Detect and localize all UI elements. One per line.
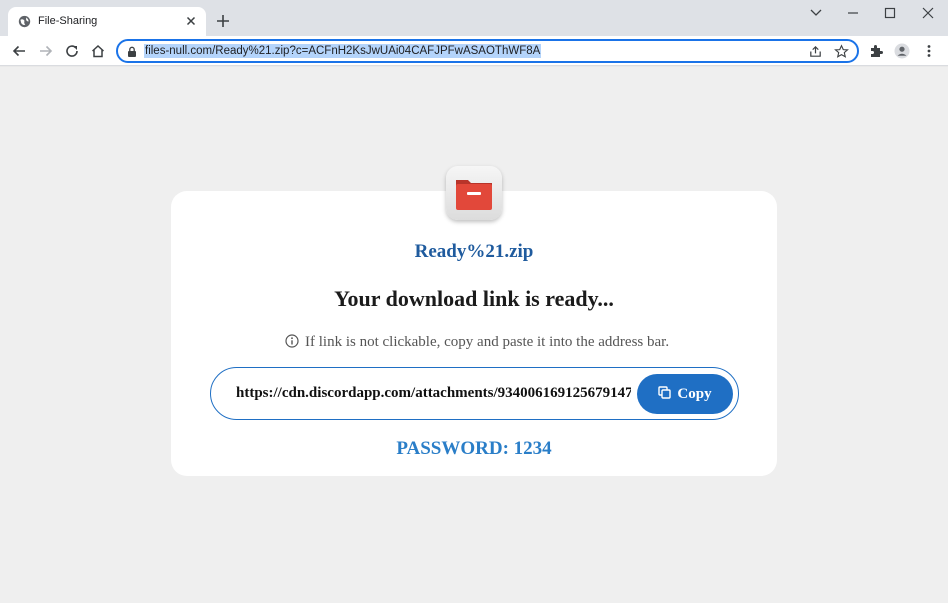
menu-icon[interactable] (921, 43, 937, 59)
profile-icon[interactable] (894, 43, 910, 59)
tab-strip: File-Sharing (0, 0, 948, 36)
info-icon (285, 334, 299, 348)
browser-toolbar: files-null.com/Ready%21.zip?c=ACFnH2KsJw… (0, 36, 948, 66)
window-close-icon[interactable] (918, 5, 938, 21)
back-icon[interactable] (11, 43, 27, 59)
maximize-icon[interactable] (880, 5, 900, 21)
url-text[interactable]: files-null.com/Ready%21.zip?c=ACFnH2KsJw… (144, 44, 542, 58)
extensions-icon[interactable] (868, 43, 884, 59)
page-content: Ready%21.zip Your download link is ready… (0, 67, 948, 603)
copy-button-label: Copy (677, 386, 712, 402)
file-name: Ready%21.zip (414, 241, 534, 262)
home-icon[interactable] (90, 43, 106, 59)
forward-icon[interactable] (38, 43, 54, 59)
tab-file-sharing[interactable]: File-Sharing (8, 7, 206, 36)
hint-text: If link is not clickable, copy and paste… (305, 334, 670, 350)
page-title: Your download link is ready... (334, 286, 614, 311)
download-link-field[interactable]: https://cdn.discordapp.com/attachments/9… (210, 367, 739, 420)
copy-button[interactable]: Copy (637, 374, 733, 414)
share-icon[interactable] (808, 44, 823, 59)
address-bar[interactable]: files-null.com/Ready%21.zip?c=ACFnH2KsJw… (116, 39, 859, 63)
globe-icon (18, 15, 31, 28)
reload-icon[interactable] (64, 43, 80, 59)
chevron-down-icon[interactable] (806, 5, 826, 21)
copy-icon (658, 386, 672, 399)
close-icon[interactable] (184, 14, 198, 28)
star-icon[interactable] (834, 44, 849, 59)
password-text: PASSWORD: 1234 (396, 438, 552, 459)
minimize-icon[interactable] (843, 5, 863, 21)
plus-icon[interactable] (215, 13, 231, 29)
tab-title: File-Sharing (38, 15, 98, 27)
lock-icon[interactable] (127, 46, 137, 57)
hint-text-row: If link is not clickable, copy and paste… (285, 334, 669, 351)
folder-icon (446, 166, 502, 220)
download-link[interactable]: https://cdn.discordapp.com/attachments/9… (236, 385, 631, 402)
